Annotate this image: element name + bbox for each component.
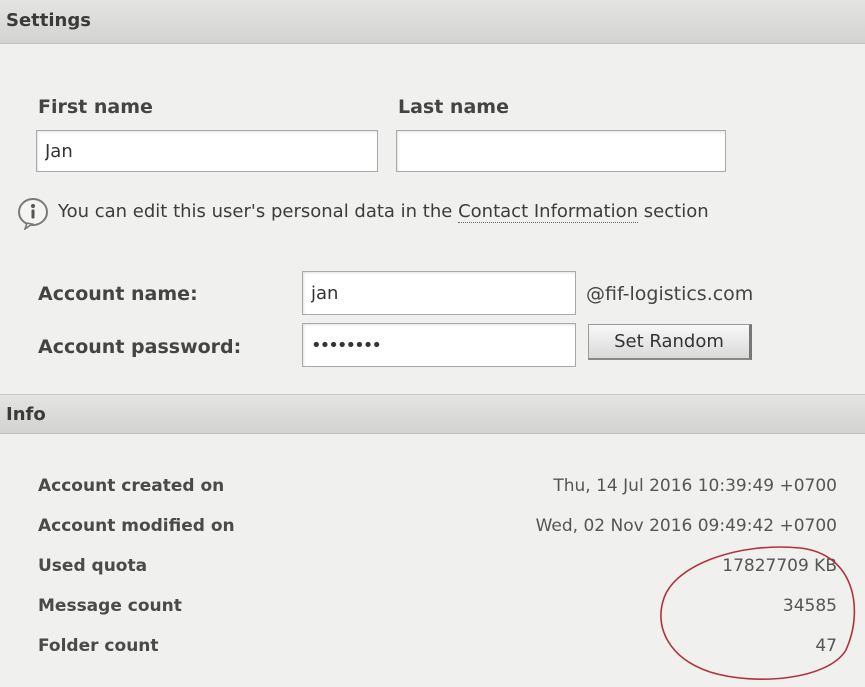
last-name-label: Last name: [398, 96, 509, 118]
account-password-input[interactable]: [302, 323, 576, 367]
settings-title: Settings: [6, 10, 91, 31]
info-icon: [16, 196, 50, 232]
info-message: You can edit this user's personal data i…: [58, 201, 709, 223]
account-name-input[interactable]: [302, 271, 576, 315]
info-row-label: Folder count: [38, 636, 159, 656]
info-row-label: Used quota: [38, 556, 148, 576]
account-name-label: Account name:: [38, 283, 198, 305]
settings-section-header: Settings: [0, 0, 865, 44]
red-ellipse-annotation-icon: [660, 546, 856, 680]
first-name-label: First name: [38, 96, 153, 118]
set-random-button[interactable]: Set Random: [588, 324, 752, 360]
info-row-label: Account modified on: [38, 516, 235, 536]
first-name-input[interactable]: [36, 130, 378, 172]
info-row-value: Thu, 14 Jul 2016 10:39:49 +0700: [553, 476, 837, 496]
info-message-suffix: section: [643, 201, 709, 222]
info-row-label: Account created on: [38, 476, 225, 496]
account-password-label: Account password:: [38, 336, 242, 358]
info-row-label: Message count: [38, 596, 182, 616]
account-domain-suffix: @fif-logistics.com: [586, 283, 754, 305]
info-section-header: Info: [0, 394, 865, 434]
info-row-value: Wed, 02 Nov 2016 09:49:42 +0700: [535, 516, 837, 536]
info-title: Info: [6, 404, 46, 425]
contact-information-link[interactable]: Contact Information: [458, 201, 639, 223]
last-name-input[interactable]: [396, 130, 726, 172]
info-message-text: You can edit this user's personal data i…: [58, 201, 453, 222]
